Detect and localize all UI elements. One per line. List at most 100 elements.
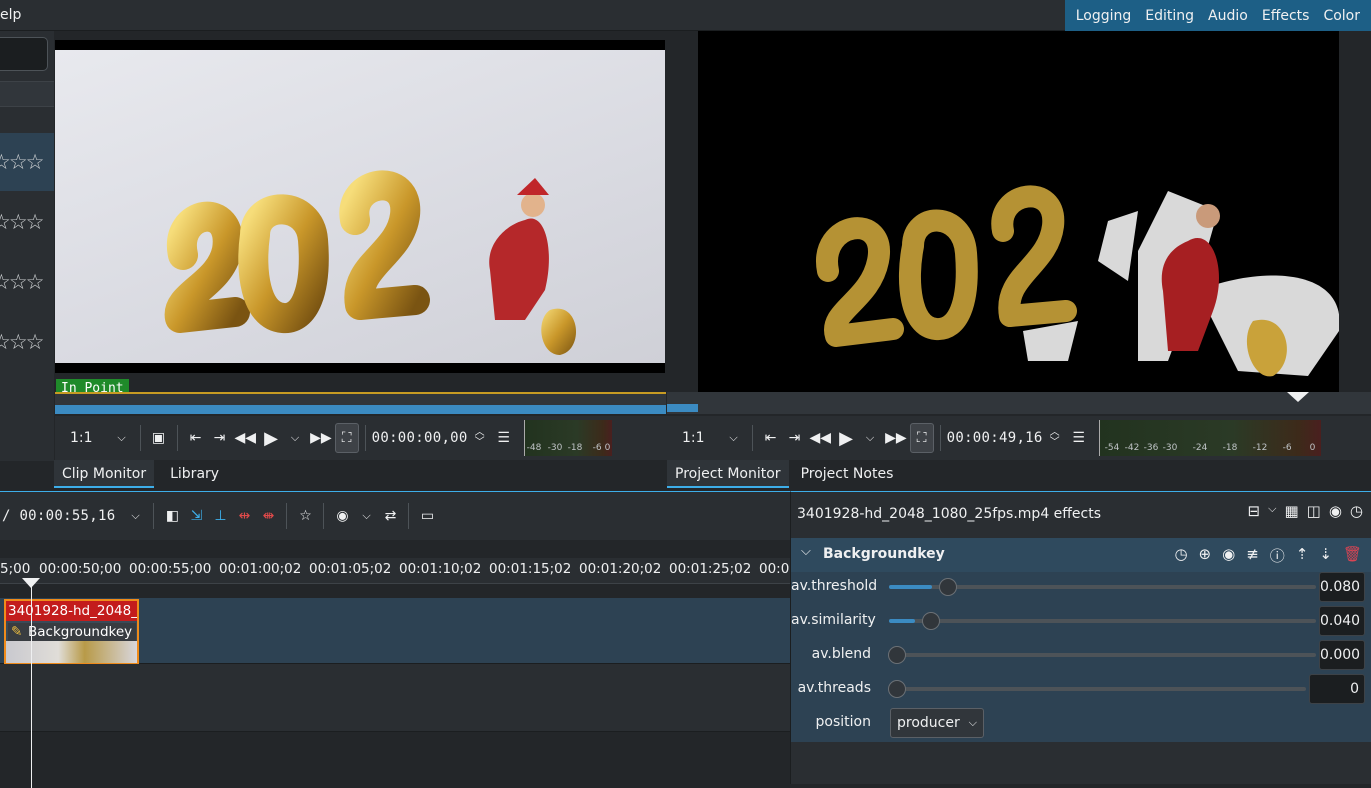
menu-bar: elp Logging Editing Audio Effects Color (0, 0, 1371, 31)
project-monitor-ruler[interactable] (667, 392, 1371, 414)
clip-timecode[interactable]: 00:00:00,00 (372, 430, 468, 446)
eye-icon[interactable]: ◉ (1222, 545, 1235, 566)
chevron-down-icon: ⌵ (968, 716, 977, 729)
threads-slider[interactable] (888, 680, 1306, 698)
clip-audio-meter: -48 -30 -18 -6 0 (523, 420, 612, 456)
monitor-overlay-icon[interactable]: ▣ (147, 423, 171, 453)
workspace-editing[interactable]: Editing (1138, 8, 1201, 24)
timeline-position[interactable]: / 00:00:55,16 (2, 508, 115, 524)
hamburger-menu-icon[interactable]: ☰ (492, 423, 516, 453)
hamburger-menu-icon[interactable]: ☰ (1067, 423, 1091, 453)
timer-icon[interactable]: ◷ (1350, 502, 1363, 520)
forward-icon[interactable]: ▶▶ (307, 423, 335, 453)
bin-item-rating[interactable]: ☆☆☆ (0, 253, 54, 311)
workspace-logging[interactable]: Logging (1069, 8, 1139, 24)
timeline-clip[interactable]: 3401928-hd_2048_1 ✎ Backgroundkey (4, 599, 139, 665)
timecode-spinner-icon[interactable]: ︿ ﹀ (468, 423, 492, 453)
workspace-audio[interactable]: Audio (1201, 8, 1255, 24)
edit-mode-icon[interactable]: ⛶ (334, 423, 359, 453)
chevron-down-icon[interactable]: ⌵ (858, 423, 882, 453)
chevron-down-icon[interactable]: ⌵ (283, 423, 307, 453)
slider-knob[interactable] (922, 612, 941, 630)
chevron-down-icon[interactable]: ⌵ (354, 501, 378, 531)
preview-render-icon[interactable]: ◉ (330, 501, 354, 531)
clip-monitor-video[interactable]: In Point (55, 40, 665, 399)
ruler-label: 00:00:50;00 (39, 561, 122, 577)
workspace-color[interactable]: Color (1316, 8, 1367, 24)
tab-project-notes[interactable]: Project Notes (793, 460, 902, 488)
delete-icon[interactable]: 🗑 (1343, 545, 1362, 566)
bin-item-rating[interactable]: ☆☆☆ (0, 133, 54, 191)
tab-library[interactable]: Library (154, 460, 235, 488)
threshold-value[interactable]: 0.080 (1319, 572, 1365, 602)
ruler-label: 00:01:00;02 (219, 561, 302, 577)
move-down-icon[interactable]: ⇣ (1319, 545, 1332, 566)
slider-knob[interactable] (888, 646, 906, 664)
menu-help[interactable]: elp (0, 7, 21, 23)
set-out-point-icon[interactable]: ⇥ (783, 423, 807, 453)
rewind-icon[interactable]: ◀◀ (232, 423, 260, 453)
video-track[interactable]: 3401928-hd_2048_1 ✎ Backgroundkey (0, 598, 790, 665)
play-icon[interactable]: ▶ (834, 423, 858, 453)
threshold-slider[interactable] (889, 578, 1316, 596)
similarity-slider[interactable] (889, 612, 1316, 630)
playhead-marker[interactable] (1287, 392, 1309, 402)
workspace-effects[interactable]: Effects (1255, 8, 1317, 24)
chevron-down-icon[interactable]: ⌵ (110, 423, 134, 453)
similarity-value[interactable]: 0.040 (1319, 606, 1365, 636)
subtitle-icon[interactable]: ▭ (415, 501, 439, 531)
star-icon[interactable]: ☆ (293, 501, 317, 531)
blend-value[interactable]: 0.000 (1319, 640, 1365, 670)
extract-icon[interactable]: ⇹ (232, 501, 256, 531)
chevron-down-icon[interactable]: ⌵ (1268, 502, 1276, 520)
split-compare-icon[interactable]: ◫ (1307, 502, 1321, 520)
bin-item-rating[interactable]: ☆☆☆ (0, 193, 54, 251)
rewind-icon[interactable]: ◀◀ (807, 423, 835, 453)
project-monitor-video[interactable] (698, 31, 1339, 392)
forward-icon[interactable]: ▶▶ (882, 423, 910, 453)
slider-fill (889, 585, 933, 589)
blend-slider[interactable] (888, 646, 1316, 664)
info-icon[interactable]: ⓘ (1270, 545, 1285, 566)
zoom-icon[interactable]: ⊕ (1199, 545, 1212, 566)
bin-search-input[interactable] (0, 37, 48, 71)
project-zoom-value[interactable]: 1:1 (679, 423, 708, 453)
lift-icon[interactable]: ⇼ (256, 501, 280, 531)
overwrite-icon[interactable]: ⊥ (208, 501, 232, 531)
slider-knob[interactable] (888, 680, 906, 698)
set-in-point-icon[interactable]: ⇤ (759, 423, 783, 453)
workspace-switcher: Logging Editing Audio Effects Color (1064, 0, 1371, 31)
audio-track[interactable] (0, 664, 790, 732)
save-effect-icon[interactable]: ▦ (1284, 502, 1298, 520)
mixer-icon[interactable]: ⇄ (378, 501, 402, 531)
set-in-point-icon[interactable]: ⇤ (184, 423, 208, 453)
tab-clip-monitor[interactable]: Clip Monitor (54, 460, 155, 488)
param-label: av.blend (811, 646, 871, 662)
collapse-chevron-icon[interactable]: ⌵ (801, 544, 811, 559)
settings-sliders-icon[interactable]: ≢ (1246, 545, 1259, 566)
slider-knob[interactable] (939, 578, 958, 596)
threads-value[interactable]: 0 (1309, 674, 1365, 704)
tab-project-monitor[interactable]: Project Monitor (667, 460, 789, 488)
timecode-spinner-icon[interactable]: ︿ ﹀ (1043, 423, 1067, 453)
chevron-down-icon[interactable]: ⌵ (123, 501, 147, 531)
chevron-down-icon[interactable]: ⌵ (722, 423, 746, 453)
eye-icon[interactable]: ◉ (1329, 502, 1342, 520)
edit-mode-icon[interactable]: ⛶ (909, 423, 934, 453)
play-icon[interactable]: ▶ (259, 423, 283, 453)
set-out-point-icon[interactable]: ⇥ (208, 423, 232, 453)
insert-icon[interactable]: ⇲ (184, 501, 208, 531)
move-up-icon[interactable]: ⇡ (1296, 545, 1309, 566)
ruler-label: 00:01:20;02 (579, 561, 662, 577)
project-timecode[interactable]: 00:00:49,16 (947, 430, 1043, 446)
timeline-playhead[interactable] (31, 578, 32, 788)
position-select[interactable]: producer ⌵ (890, 708, 984, 738)
clip-monitor-ruler[interactable] (55, 392, 666, 414)
clip-zoom-value[interactable]: 1:1 (67, 423, 96, 453)
timeline-ruler[interactable]: 5;00 00:00:50;00 00:00:55;00 00:01:00;02… (0, 558, 798, 584)
bin-item-rating[interactable]: ☆☆☆ (0, 313, 54, 371)
keyframe-timer-icon[interactable]: ◷ (1174, 545, 1187, 566)
effects-title: 3401928-hd_2048_1080_25fps.mp4 effects (797, 506, 1102, 522)
compare-icon[interactable]: ⊟ (1248, 502, 1261, 520)
split-view-icon[interactable]: ◧ (160, 501, 184, 531)
